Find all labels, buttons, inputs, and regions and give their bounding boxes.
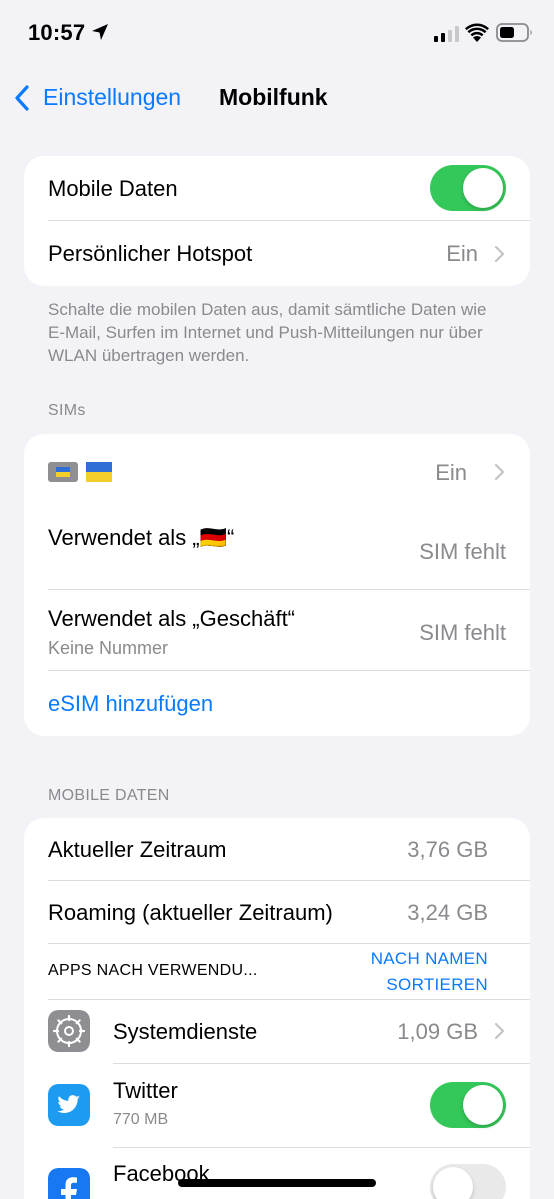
gear-icon: [48, 1010, 90, 1052]
app-row-twitter: Twitter 770 MB: [24, 1064, 530, 1148]
status-bar: 10:57: [0, 0, 554, 70]
used-as-1-row: Verwendet als „🇩🇪“ SIM fehlt: [24, 509, 530, 589]
used-as-1-label: Verwendet als „🇩🇪“: [48, 525, 235, 550]
status-time: 10:57: [28, 20, 86, 45]
facebook-f-icon: [48, 1168, 90, 1199]
mobile-data-usage-card: Aktueller Zeitraum 3,76 GB Roaming (aktu…: [24, 818, 530, 1199]
twitter-bird-icon: [48, 1084, 90, 1126]
sort-by-name-line-1: NACH NAMEN: [370, 949, 488, 968]
navigation-bar: Einstellungen Mobilfunk: [0, 72, 554, 122]
sim-row[interactable]: Ein: [24, 434, 530, 509]
roaming-label: Roaming (aktueller Zeitraum): [48, 900, 333, 925]
current-period-value: 3,76 GB: [407, 837, 488, 862]
chevron-right-icon: [494, 463, 505, 481]
toggle-knob: [433, 1167, 473, 1199]
apps-by-usage-label: APPS NACH VERWENDU...: [48, 962, 258, 979]
back-chevron-icon[interactable]: [12, 84, 32, 112]
roaming-row: Roaming (aktueller Zeitraum) 3,24 GB: [24, 881, 530, 944]
sim-card-icon: [48, 462, 78, 482]
mobile-data-footnote: Schalte die mobilen Daten aus, damit säm…: [48, 300, 487, 365]
twitter-data-toggle[interactable]: [430, 1082, 506, 1128]
roaming-value: 3,24 GB: [407, 900, 488, 925]
facebook-data-toggle[interactable]: [430, 1164, 506, 1199]
mobile-data-row: Mobile Daten: [24, 156, 530, 221]
sims-card: Ein Verwendet als „🇩🇪“ SIM fehlt Verwend…: [24, 434, 530, 736]
add-esim-row[interactable]: eSIM hinzufügen: [24, 671, 530, 736]
current-period-row: Aktueller Zeitraum 3,76 GB: [24, 818, 530, 881]
chevron-right-icon: [494, 1022, 505, 1040]
current-period-label: Aktueller Zeitraum: [48, 837, 227, 862]
mobile-data-header: MOBILE DATEN: [48, 787, 170, 804]
sim-value: Ein: [435, 460, 467, 485]
page-title: Mobilfunk: [219, 84, 328, 110]
location-arrow-icon: [92, 24, 108, 40]
app-row-systemdienste[interactable]: Systemdienste 1,09 GB: [24, 1000, 530, 1063]
app-row-facebook: Facebook: [24, 1148, 530, 1199]
add-esim-button[interactable]: eSIM hinzufügen: [48, 691, 213, 717]
used-as-2-row: Verwendet als „Geschäft“ Keine Nummer SI…: [24, 590, 530, 670]
mobile-data-toggle[interactable]: [430, 165, 506, 211]
app-usage-value: 1,09 GB: [397, 1019, 478, 1044]
used-as-2-sub: Keine Nummer: [48, 638, 169, 658]
used-as-2-value: SIM fehlt: [419, 620, 506, 645]
battery-icon: [496, 23, 532, 42]
ukraine-flag-icon: [86, 462, 112, 482]
apps-sort-row: APPS NACH VERWENDU... NACH NAMEN SORTIER…: [24, 944, 530, 1000]
app-name: Systemdienste: [113, 1019, 258, 1044]
wifi-icon: [465, 23, 489, 42]
chevron-right-icon: [494, 245, 505, 263]
mobile-data-label: Mobile Daten: [48, 176, 178, 201]
used-as-2-label: Verwendet als „Geschäft“: [48, 606, 296, 631]
hotspot-row[interactable]: Persönlicher Hotspot Ein: [24, 221, 530, 286]
hotspot-label: Persönlicher Hotspot: [48, 241, 253, 266]
home-indicator: [178, 1179, 376, 1187]
sort-by-name-button[interactable]: NACH NAMEN SORTIEREN: [371, 946, 488, 998]
toggle-knob: [463, 1085, 503, 1125]
cellular-signal-icon: [434, 26, 459, 42]
app-name: Twitter: [113, 1078, 178, 1103]
sort-by-name-line-2: SORTIEREN: [386, 975, 488, 994]
hotspot-value: Ein: [446, 241, 478, 266]
used-as-1-value: SIM fehlt: [419, 539, 506, 564]
sims-header: SIMs: [48, 402, 86, 419]
mobile-data-card: Mobile Daten Persönlicher Hotspot Ein: [24, 156, 530, 286]
app-usage-value: 770 MB: [113, 1111, 169, 1128]
back-button[interactable]: Einstellungen: [43, 84, 181, 111]
toggle-knob: [463, 168, 503, 208]
